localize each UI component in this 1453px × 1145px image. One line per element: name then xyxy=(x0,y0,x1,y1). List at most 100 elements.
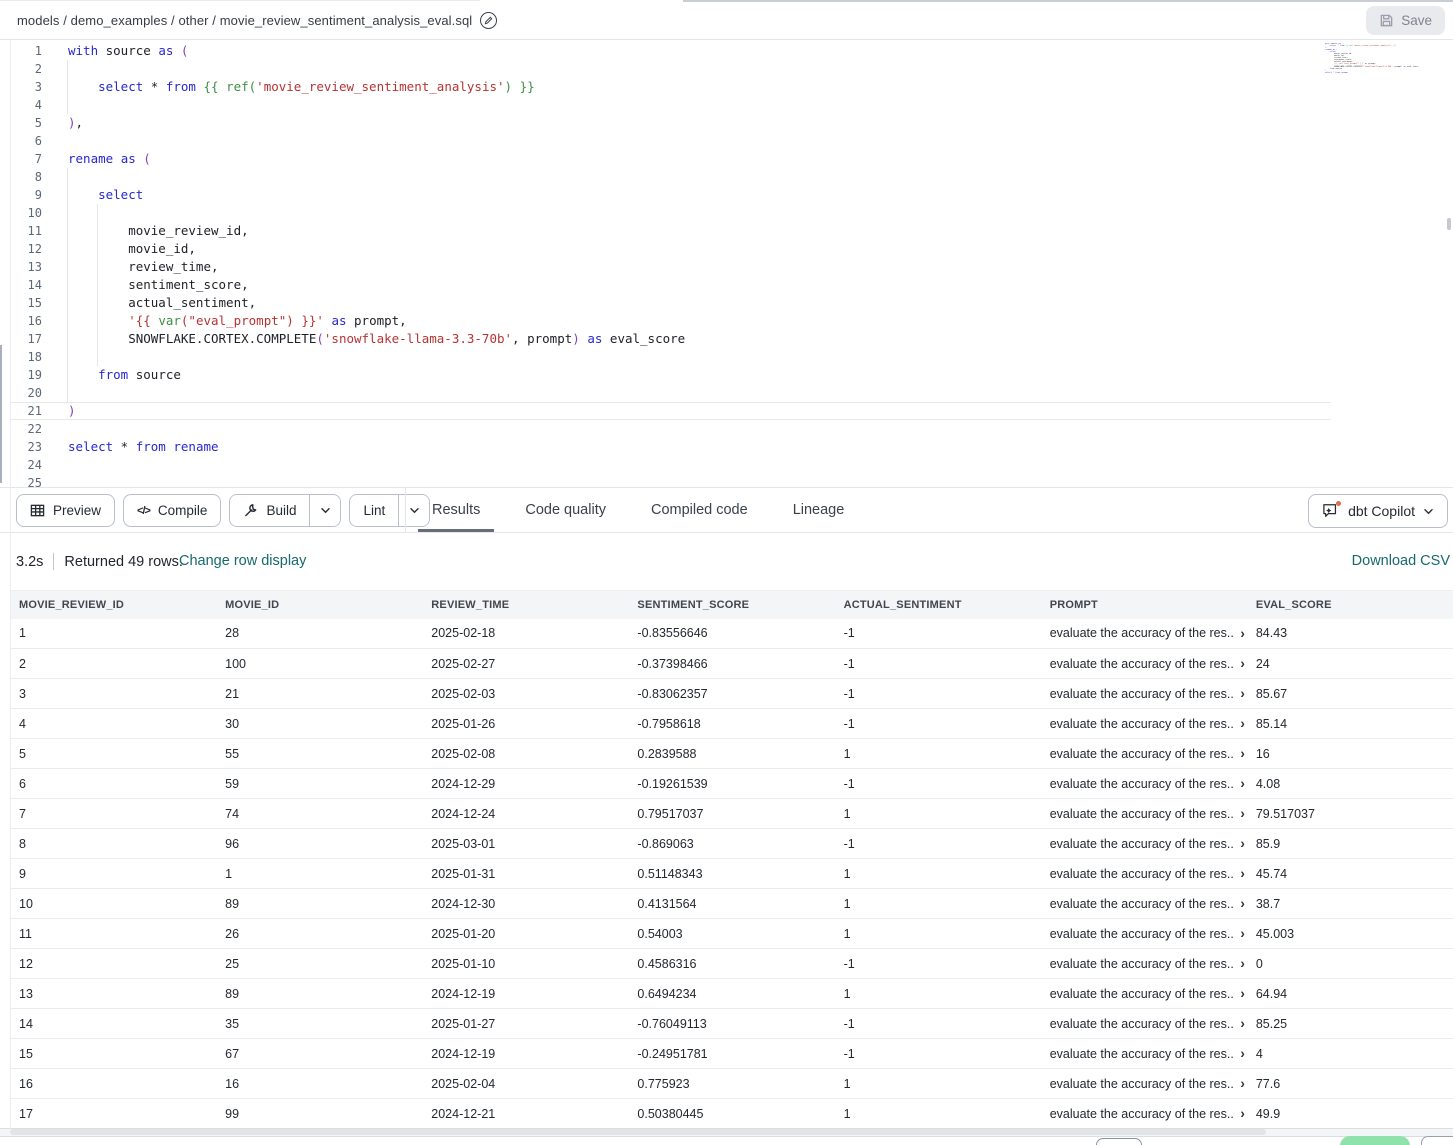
bottom-partial-button[interactable] xyxy=(1096,1138,1142,1145)
line-number: 25 xyxy=(10,474,68,487)
expand-cell-chevron-icon[interactable]: › xyxy=(1238,777,1247,791)
code-line[interactable]: 23select * from rename xyxy=(10,438,1453,456)
code-line[interactable]: 25 xyxy=(10,474,1453,487)
expand-cell-chevron-icon[interactable]: › xyxy=(1238,1017,1247,1031)
cell-movie_id: 26 xyxy=(216,919,422,949)
horizontal-scrollbar-thumb[interactable] xyxy=(10,1129,1266,1135)
code-lines[interactable]: 1with source as (23 select * from {{ ref… xyxy=(10,42,1453,487)
cell-review_time: 2025-02-18 xyxy=(422,619,628,649)
expand-cell-chevron-icon[interactable]: › xyxy=(1238,987,1247,1001)
code-line[interactable]: 18 xyxy=(10,348,1453,366)
cell-sentiment_score: -0.37398466 xyxy=(628,649,834,679)
line-number: 18 xyxy=(10,348,68,366)
cell-movie_id: 28 xyxy=(216,619,422,649)
expand-cell-chevron-icon[interactable]: › xyxy=(1238,717,1247,731)
code-line[interactable]: 15 actual_sentiment, xyxy=(10,294,1453,312)
compile-button[interactable]: </> Compile xyxy=(123,494,221,527)
window-edge-scrollbar[interactable] xyxy=(0,345,2,483)
code-line[interactable]: 12 movie_id, xyxy=(10,240,1453,258)
code-line[interactable]: 8 xyxy=(10,168,1453,186)
expand-cell-chevron-icon[interactable]: › xyxy=(1238,927,1247,941)
sql-code-editor[interactable]: 1with source as (23 select * from {{ ref… xyxy=(0,40,1453,487)
change-row-display-link[interactable]: Change row display xyxy=(179,553,306,569)
editor-scrollbar[interactable] xyxy=(1447,218,1451,230)
build-dropdown-chevron[interactable] xyxy=(309,495,340,526)
code-line[interactable]: 5), xyxy=(10,114,1453,132)
expand-cell-chevron-icon[interactable]: › xyxy=(1238,837,1247,851)
table-row: 14352025-01-27-0.76049113-1evaluate the … xyxy=(10,1009,1453,1039)
code-line[interactable]: 20 xyxy=(10,384,1453,402)
download-csv-link[interactable]: Download CSV xyxy=(1352,553,1450,569)
tab-code-quality[interactable]: Code quality xyxy=(511,488,620,532)
bottom-partial-button[interactable] xyxy=(1421,1136,1453,1145)
cell-prompt: evaluate the accuracy of the res...› xyxy=(1041,889,1247,919)
cell-movie_review_id: 8 xyxy=(10,829,216,859)
line-number: 19 xyxy=(10,366,68,384)
build-button[interactable]: Build xyxy=(230,495,309,526)
table-row: 3212025-02-03-0.83062357-1evaluate the a… xyxy=(10,679,1453,709)
cell-sentiment_score: -0.76049113 xyxy=(628,1009,834,1039)
expand-cell-chevron-icon[interactable]: › xyxy=(1238,807,1247,821)
code-line[interactable]: 2 xyxy=(10,60,1453,78)
cell-actual_sentiment: -1 xyxy=(835,709,1041,739)
code-line[interactable]: 4 xyxy=(10,96,1453,114)
code-line[interactable]: 14 sentiment_score, xyxy=(10,276,1453,294)
code-line[interactable]: 6 xyxy=(10,132,1453,150)
cell-review_time: 2024-12-19 xyxy=(422,1039,628,1069)
code-line[interactable]: 16 '{{ var("eval_prompt") }}' as prompt, xyxy=(10,312,1453,330)
code-text: movie_review_id, xyxy=(68,222,249,240)
code-line[interactable]: 21) xyxy=(10,402,1331,420)
cell-prompt: evaluate the accuracy of the res...› xyxy=(1041,1069,1247,1099)
cell-movie_id: 74 xyxy=(216,799,422,829)
expand-cell-chevron-icon[interactable]: › xyxy=(1238,1047,1247,1061)
save-button[interactable]: Save xyxy=(1366,6,1445,35)
code-line[interactable]: 19 from source xyxy=(10,366,1453,384)
expand-cell-chevron-icon[interactable]: › xyxy=(1238,897,1247,911)
cell-actual_sentiment: 1 xyxy=(835,859,1041,889)
tab-compiled-code[interactable]: Compiled code xyxy=(637,488,762,532)
build-split-button: Build xyxy=(229,494,341,527)
preview-button[interactable]: Preview xyxy=(16,494,115,527)
cell-review_time: 2025-01-31 xyxy=(422,859,628,889)
expand-cell-chevron-icon[interactable]: › xyxy=(1238,867,1247,881)
lint-button[interactable]: Lint xyxy=(350,495,398,526)
pencil-circle-icon[interactable] xyxy=(480,12,497,29)
table-row: 11262025-01-200.540031evaluate the accur… xyxy=(10,919,1453,949)
code-line[interactable]: 10 xyxy=(10,204,1453,222)
expand-cell-chevron-icon[interactable]: › xyxy=(1238,657,1247,671)
breadcrumb[interactable]: models / demo_examples / other / movie_r… xyxy=(17,12,497,29)
column-header-movie_id: MOVIE_ID xyxy=(216,591,422,619)
expand-cell-chevron-icon[interactable]: › xyxy=(1238,687,1247,701)
expand-cell-chevron-icon[interactable]: › xyxy=(1238,1077,1247,1091)
tab-results[interactable]: Results xyxy=(418,488,494,532)
code-line[interactable]: 22 xyxy=(10,420,1453,438)
cell-sentiment_score: -0.19261539 xyxy=(628,769,834,799)
code-line[interactable]: 1with source as ( xyxy=(10,42,1453,60)
bottom-partial-green-button[interactable] xyxy=(1340,1136,1410,1145)
code-line[interactable]: 17 SNOWFLAKE.CORTEX.COMPLETE('snowflake-… xyxy=(10,330,1453,348)
tab-lineage[interactable]: Lineage xyxy=(779,488,859,532)
code-line[interactable]: 3 select * from {{ ref('movie_review_sen… xyxy=(10,78,1453,96)
code-line[interactable]: 24 xyxy=(10,456,1453,474)
line-number: 17 xyxy=(10,330,68,348)
expand-cell-chevron-icon[interactable]: › xyxy=(1238,1107,1247,1121)
cell-actual_sentiment: -1 xyxy=(835,1039,1041,1069)
code-line[interactable]: 9 select xyxy=(10,186,1453,204)
code-text: '{{ var("eval_prompt") }}' as prompt, xyxy=(68,312,407,330)
expand-cell-chevron-icon[interactable]: › xyxy=(1238,747,1247,761)
breadcrumb-path[interactable]: models / demo_examples / other / movie_r… xyxy=(17,13,472,28)
expand-cell-chevron-icon[interactable]: › xyxy=(1238,627,1247,641)
column-header-sentiment_score: SENTIMENT_SCORE xyxy=(628,591,834,619)
line-number: 2 xyxy=(10,60,68,78)
prompt-truncated-text: evaluate the accuracy of the res... xyxy=(1050,687,1234,701)
expand-cell-chevron-icon[interactable]: › xyxy=(1238,957,1247,971)
row-count: Returned 49 rows. xyxy=(64,554,182,570)
results-status-bar: 3.2s Returned 49 rows. Change row displa… xyxy=(0,534,1453,590)
code-line[interactable]: 7rename as ( xyxy=(10,150,1453,168)
code-line[interactable]: 11 movie_review_id, xyxy=(10,222,1453,240)
prompt-truncated-text: evaluate the accuracy of the res... xyxy=(1050,807,1234,821)
cell-review_time: 2025-01-26 xyxy=(422,709,628,739)
editor-minimap[interactable]: with source as ( select * from {{ ref('m… xyxy=(1325,43,1427,133)
dbt-copilot-button[interactable]: dbt Copilot xyxy=(1308,494,1448,528)
code-line[interactable]: 13 review_time, xyxy=(10,258,1453,276)
